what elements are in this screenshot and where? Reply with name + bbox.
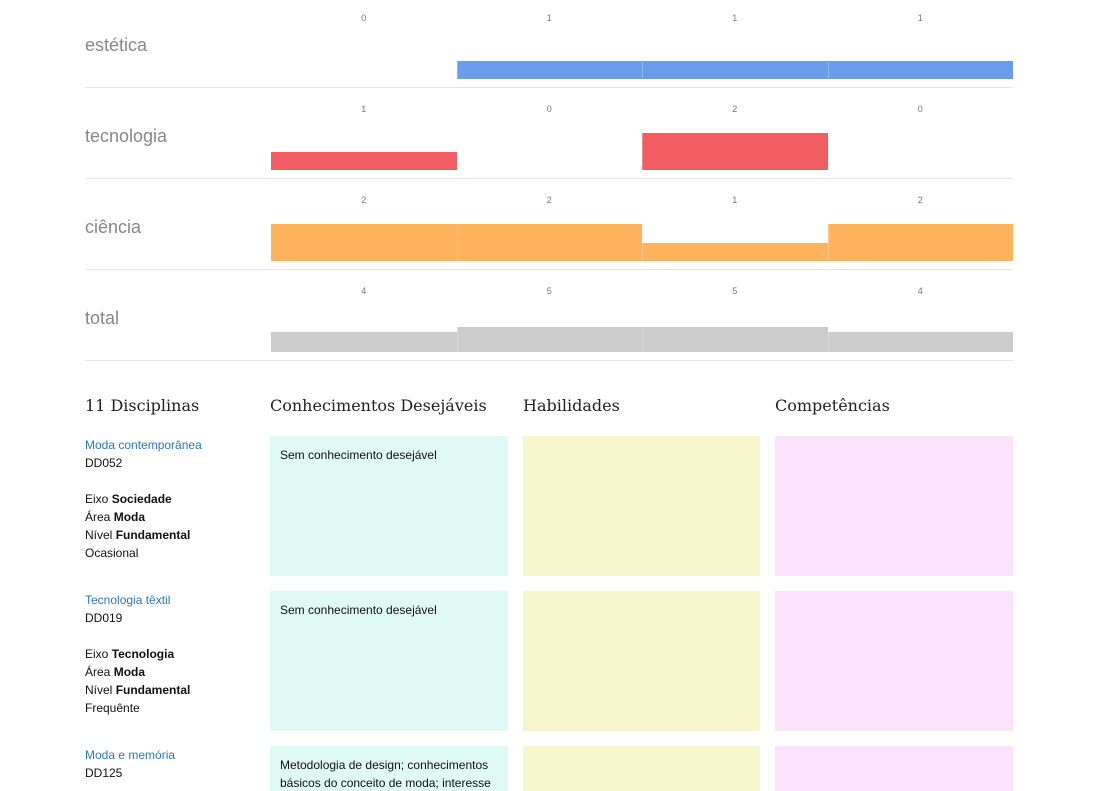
course-frequency: Ocasional [85,546,139,560]
count-label: 1 [732,195,738,205]
course-code: DD019 [85,611,123,625]
bar-total [827,332,1013,352]
bar-separator [456,224,458,261]
row-label-ciência: ciência [85,217,142,237]
bar-total [271,332,457,352]
bar-separator [642,242,643,261]
conhecimentos-text: Sem conhecimento desejável [280,603,437,617]
course-name-link[interactable]: Tecnologia têxtil [85,591,255,609]
bar-separator [642,327,643,352]
count-label: 0 [917,104,923,114]
count-label: 2 [917,195,923,205]
conhecimentos-card: Sem conhecimento desejável [270,436,508,576]
course-info: Moda e memória DD125 [85,746,255,782]
disciplinas-header: 11 Disciplinas [85,396,200,415]
course-frequency: Frequênte [85,701,140,715]
count-label: 2 [361,195,367,205]
course-info: Tecnologia têxtil DD019 Eixo Tecnologia … [85,591,255,717]
bar-estética [642,60,828,79]
bar-total [642,327,828,352]
conhecimentos-text: Metodologia de design; conhecimentos bás… [280,758,491,790]
habilidades-card [523,746,760,791]
count-label: 1 [361,104,367,114]
row-divider [85,178,1013,179]
conhecimentos-header: Conhecimentos Desejáveis [270,396,487,415]
bar-separator [827,224,829,261]
course-name-link[interactable]: Moda contemporânea [85,436,255,454]
habilidades-card [523,436,760,576]
row-divider [85,269,1013,270]
competencias-header: Competências [775,396,890,415]
count-label: 4 [917,286,923,296]
habilidades-card [523,591,760,731]
bar-separator [642,133,643,170]
count-label: 1 [917,13,923,23]
count-label: 4 [361,286,367,296]
course-info: Moda contemporânea DD052 Eixo Sociedade … [85,436,255,562]
count-label: 5 [732,286,738,296]
count-label: 5 [546,286,552,296]
course-area: Área Moda [85,665,146,679]
conhecimentos-text: Sem conhecimento desejável [280,448,437,462]
bar-ciência [271,224,457,261]
count-label: 2 [732,104,738,114]
bar-separator [827,332,829,352]
course-name-link[interactable]: Moda e memória [85,746,255,764]
conhecimentos-card: Metodologia de design; conhecimentos bás… [270,746,508,791]
bar-tecnologia [271,151,457,170]
course-area: Área Moda [85,510,146,524]
bar-ciência [456,224,642,261]
row-label-estética: estética [85,35,148,55]
course-nivel: Nível Fundamental [85,528,191,542]
row-divider [85,87,1013,88]
bar-separator [827,60,829,79]
bar-ciência [827,224,1013,261]
bar-estética [456,60,642,79]
count-label: 0 [361,13,367,23]
bar-separator [456,60,458,79]
competencias-card [775,436,1013,576]
bar-separator [642,60,643,79]
bar-ciência [642,242,828,261]
course-code: DD052 [85,456,123,470]
count-label: 2 [546,195,552,205]
bar-tecnologia [642,133,828,170]
habilidades-header: Habilidades [523,396,620,415]
row-label-tecnologia: tecnologia [85,126,168,146]
competencias-card [775,746,1013,791]
count-label: 0 [546,104,552,114]
count-label: 1 [732,13,738,23]
course-nivel: Nível Fundamental [85,683,191,697]
row-label-total: total [85,308,120,328]
row-divider [85,360,1013,361]
course-eixo: Eixo Sociedade [85,492,172,506]
count-label: 1 [546,13,552,23]
conhecimentos-card: Sem conhecimento desejável [270,591,508,731]
course-code: DD125 [85,766,123,780]
bar-estética [827,60,1013,79]
course-eixo: Eixo Tecnologia [85,647,175,661]
competencias-card [775,591,1013,731]
bar-separator [456,327,458,352]
bar-total [456,327,642,352]
